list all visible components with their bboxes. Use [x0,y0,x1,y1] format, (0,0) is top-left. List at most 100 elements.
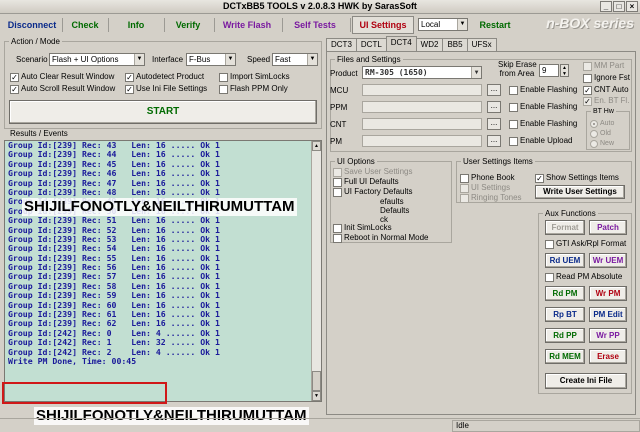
interface-label: Interface [152,55,184,64]
ignore-fst-checkbox[interactable] [583,74,592,83]
rp-bt-button[interactable]: Rp BT [545,307,585,322]
show-settings-checkbox[interactable]: ✓ [535,174,544,183]
info-button[interactable]: Info [110,16,162,34]
ignore-fst-label: Ignore Fst [594,73,631,82]
start-button[interactable]: START [9,100,317,124]
minimize-icon[interactable]: _ [600,1,612,12]
use-ini-label: Use Ini File Settings [136,84,208,93]
mm-part-checkbox [583,62,592,71]
save-user-checkbox [333,168,342,177]
ppm-enable-checkbox[interactable] [509,103,518,112]
init-simlocks-checkbox[interactable] [333,224,342,233]
scenario-select[interactable]: Flash + UI Options ▼ [49,53,145,66]
verify-button[interactable]: Verify [166,16,210,34]
tab-bb5[interactable]: BB5 [442,38,468,51]
ppm-browse-button[interactable]: ... [487,101,501,113]
aux-functions-group: Aux Functions [538,209,632,394]
phone-book-checkbox[interactable] [460,174,469,183]
tab-dct4[interactable]: DCT4 [385,36,417,51]
bt-new-radio [590,140,598,148]
scroll-down-icon[interactable]: ▼ [312,391,321,401]
close-icon[interactable]: × [626,1,638,12]
cnt-field[interactable] [362,118,482,130]
patch-button[interactable]: Patch [589,220,627,235]
check-button[interactable]: Check [64,16,106,34]
write-user-settings-button[interactable]: Write User Settings [535,185,625,199]
maximize-icon[interactable]: □ [613,1,625,12]
aux-functions-legend: Aux Functions [545,209,596,218]
tab-wd2[interactable]: WD2 [415,38,444,51]
ppm-field[interactable] [362,101,482,113]
product-select[interactable]: RM-305 (1650) ▼ [362,66,482,79]
pm-upload-checkbox[interactable] [509,137,518,146]
cnt-browse-button[interactable]: ... [487,118,501,130]
action-mode-legend: Action / Mode [11,37,60,46]
ui-factory-checkbox[interactable] [333,188,342,197]
bt-hw-legend: BT Hw [593,108,614,115]
auto-scroll-checkbox[interactable]: ✓ [10,85,19,94]
import-simlocks-checkbox[interactable] [219,73,228,82]
disconnect-button[interactable]: Disconnect [4,16,60,34]
use-ini-checkbox[interactable]: ✓ [125,85,134,94]
cnt-enable-checkbox[interactable] [509,120,518,129]
mcu-browse-button[interactable]: ... [487,84,501,96]
ui-settings-button[interactable]: UI Settings [352,16,414,34]
local-select[interactable]: Local ▼ [418,18,468,31]
gti-checkbox[interactable] [545,240,554,249]
bt-auto-radio [590,120,598,128]
pm-field[interactable] [362,135,482,147]
speed-label: Speed [247,55,271,64]
autodetect-checkbox[interactable]: ✓ [125,73,134,82]
mm-part-label: MM Part [594,61,625,70]
speed-select[interactable]: Fast ▼ [272,53,318,66]
platform-tabs: DCT3 DCTL DCT4 WD2 BB5 UFSx [326,36,497,51]
full-ui-checkbox[interactable] [333,178,342,187]
ui-settings-checkbox [460,184,469,193]
mcu-field[interactable] [362,84,482,96]
bt-new-label: New [600,140,615,147]
show-settings-label: Show Settings Items [546,173,619,182]
pm-label: PM [330,137,342,146]
ppm-enable-label: Enable Flashing [520,102,578,111]
auto-clear-checkbox[interactable]: ✓ [10,73,19,82]
interface-select[interactable]: F-Bus ▼ [186,53,236,66]
wr-pp-button[interactable]: Wr PP [589,328,627,343]
self-tests-button[interactable]: Self Tests [284,16,346,34]
rd-pm-button[interactable]: Rd PM [545,286,585,301]
results-log[interactable]: Group Id:[239] Rec: 43 Len: 16 ..... Ok … [4,140,322,402]
rd-pp-button[interactable]: Rd PP [545,328,585,343]
restart-button[interactable]: Restart [472,16,518,34]
results-scrollbar[interactable]: ▲ ▼ [311,141,321,401]
product-label: Product [330,69,358,78]
read-pm-abs-checkbox[interactable] [545,273,554,282]
tab-dct3[interactable]: DCT3 [326,38,357,51]
save-user-label: Save User Settings [344,167,413,176]
watermark-top: SHIJILFONOTLY&NEILTHIRUMUTTAM [22,198,297,216]
files-settings-legend: Files and Settings [337,55,401,64]
skip-erase-input[interactable]: 9 [539,64,559,77]
wr-pm-button[interactable]: Wr PM [589,286,627,301]
skip-spinner-icon[interactable]: ▲ ▼ [560,64,569,77]
reboot-normal-label: Reboot in Normal Mode [344,233,429,242]
skip-erase-label: Skip Erase from Area [498,60,537,78]
reboot-normal-checkbox[interactable] [333,234,342,243]
scroll-thumb[interactable] [312,371,321,391]
mcu-enable-checkbox[interactable] [509,86,518,95]
ppm-label: PPM [330,103,348,112]
write-flash-button[interactable]: Write Flash [216,16,278,34]
flash-ppm-checkbox[interactable] [219,85,228,94]
pm-browse-button[interactable]: ... [487,135,501,147]
erase-button[interactable]: Erase [589,349,627,364]
init-simlocks-label: Init SimLocks [344,223,392,232]
tab-ufsx[interactable]: UFSx [466,38,497,51]
tab-dctl[interactable]: DCTL [355,38,387,51]
pm-edit-button[interactable]: PM Edit [589,307,627,322]
format-button[interactable]: Format [545,220,585,235]
rd-mem-button[interactable]: Rd MEM [545,349,585,364]
cnt-auto-checkbox[interactable]: ✓ [583,86,592,95]
wr-uem-button[interactable]: Wr UEM [589,253,627,268]
bt-old-radio [590,130,598,138]
scroll-up-icon[interactable]: ▲ [312,141,321,151]
rd-uem-button[interactable]: Rd UEM [545,253,585,268]
create-ini-button[interactable]: Create Ini File [545,373,627,389]
